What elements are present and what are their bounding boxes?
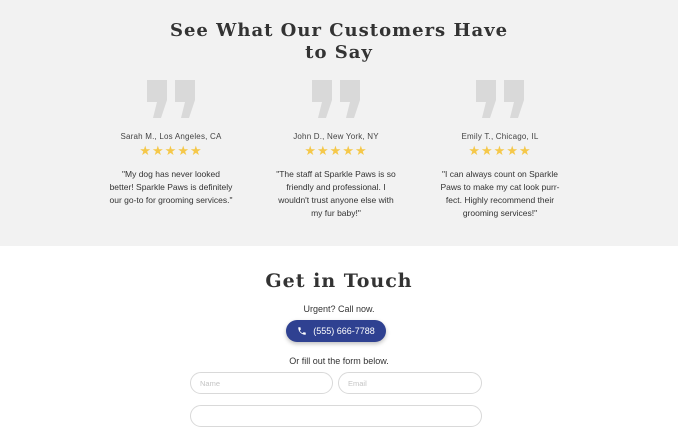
star-rating-icon: ★★★★★: [139, 143, 203, 158]
testimonial-author: Emily T., Chicago, IL: [461, 132, 539, 141]
star-rating-icon: ★★★★★: [304, 143, 368, 158]
testimonial-quote: "The staff at Sparkle Paws is so friendl…: [276, 169, 396, 218]
testimonial-card-1: Sarah M., Los Angeles, CA ★★★★★ "My dog …: [86, 80, 256, 207]
quote-icon: [147, 80, 195, 118]
phone-number-label: (555) 666-7788: [313, 326, 375, 336]
quote-icon: [476, 80, 524, 118]
testimonials-title: See What Our Customers Have to Say: [0, 20, 678, 64]
testimonial-quote: "I can always count on Sparkle Paws to m…: [440, 169, 560, 218]
urgent-text: Urgent? Call now.: [303, 304, 375, 314]
testimonial-card-2: John D., New York, NY ★★★★★ "The staff a…: [251, 80, 421, 220]
phone-icon: [298, 327, 306, 335]
testimonial-quote: "My dog has never looked better! Sparkle…: [109, 169, 233, 205]
testimonial-card-3: Emily T., Chicago, IL ★★★★★ "I can alway…: [415, 80, 585, 220]
testimonials-section: See What Our Customers Have to Say Sarah…: [0, 0, 678, 246]
testimonials-title-line-2: to Say: [305, 42, 373, 63]
testimonial-author: John D., New York, NY: [293, 132, 379, 141]
testimonial-author: Sarah M., Los Angeles, CA: [120, 132, 222, 141]
name-input[interactable]: [190, 372, 333, 394]
testimonials-title-line-1: See What Our Customers Have: [169, 20, 509, 41]
message-input[interactable]: [190, 405, 482, 427]
star-rating-icon: ★★★★★: [468, 143, 532, 158]
form-instruction-text: Or fill out the form below.: [289, 356, 389, 366]
email-input[interactable]: [338, 372, 482, 394]
contact-title: Get in Touch: [265, 270, 413, 292]
call-phone-button[interactable]: (555) 666-7788: [286, 320, 386, 342]
quote-icon: [312, 80, 360, 118]
